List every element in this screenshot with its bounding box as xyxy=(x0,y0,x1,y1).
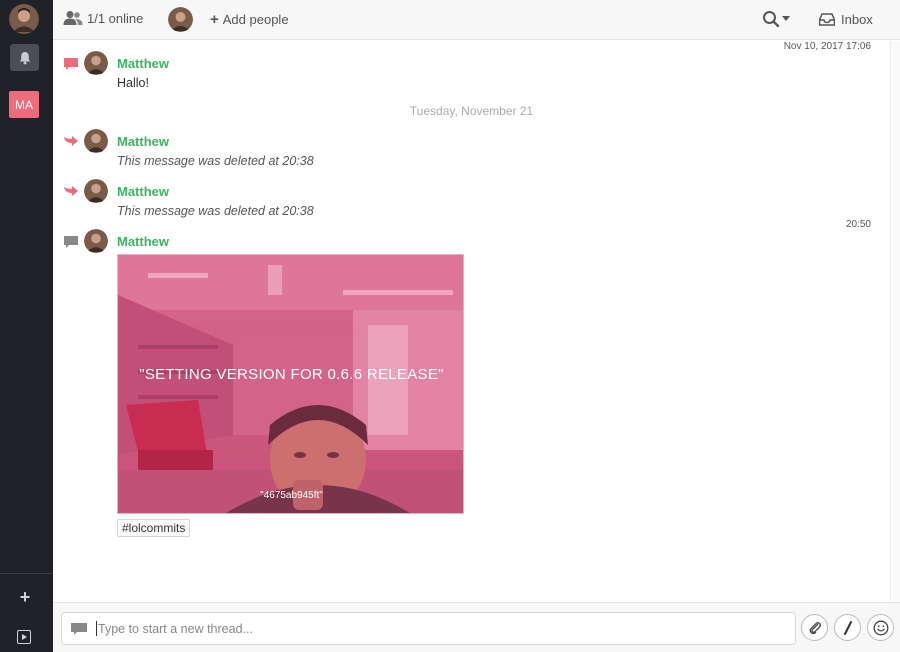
new-thread-icon xyxy=(64,58,78,70)
expand-sidebar-icon[interactable] xyxy=(17,630,31,644)
online-status[interactable]: 1/1 online xyxy=(63,10,143,26)
message-text: Hallo! xyxy=(117,76,149,90)
comment-icon xyxy=(64,236,78,248)
search-icon xyxy=(763,11,780,28)
message-timeline[interactable]: Nov 10, 2017 17:06 Matthew Hallo! Tuesda… xyxy=(53,41,890,601)
slash-command-button[interactable] xyxy=(834,614,861,641)
online-count-label: 1/1 online xyxy=(87,10,144,26)
rail-divider xyxy=(0,573,53,574)
author-name[interactable]: Matthew xyxy=(117,184,169,199)
image-attachment[interactable]: "SETTING VERSION FOR 0.6.6 RELEASE" "467… xyxy=(117,254,464,514)
bell-icon xyxy=(19,51,30,64)
author-name[interactable]: Matthew xyxy=(117,56,169,71)
reply-arrow-icon xyxy=(64,186,78,196)
new-thread-input[interactable]: Type to start a new thread... xyxy=(61,612,796,645)
participant-avatar[interactable] xyxy=(168,7,193,32)
attach-button[interactable] xyxy=(801,614,828,641)
author-avatar[interactable] xyxy=(84,229,108,253)
chevron-down-icon xyxy=(782,16,790,21)
author-name[interactable]: Matthew xyxy=(117,134,169,149)
paperclip-icon xyxy=(809,621,821,634)
timeline-scrollbar[interactable] xyxy=(890,41,900,601)
input-placeholder: Type to start a new thread... xyxy=(98,621,253,636)
inbox-icon xyxy=(819,13,835,26)
smiley-icon xyxy=(873,620,888,635)
deleted-message-text: This message was deleted at 20:38 xyxy=(117,204,314,218)
inbox-button[interactable]: Inbox xyxy=(819,12,873,27)
conversation-header: 1/1 online + Add people Inbox xyxy=(53,0,900,40)
left-rail: MA + xyxy=(0,0,53,652)
author-avatar[interactable] xyxy=(84,51,108,75)
user-avatar[interactable] xyxy=(9,4,39,34)
users-icon xyxy=(63,11,83,25)
message-timestamp: Nov 10, 2017 17:06 xyxy=(783,41,871,52)
lolcommit-photo xyxy=(118,255,463,513)
emoji-button[interactable] xyxy=(867,614,894,641)
image-caption: "SETTING VERSION FOR 0.6.6 RELEASE" xyxy=(139,366,444,383)
composer: Type to start a new thread... xyxy=(53,602,900,652)
workspace-badge[interactable]: MA xyxy=(9,91,39,118)
date-separator: Tuesday, November 21 xyxy=(409,104,534,118)
plus-icon: + xyxy=(210,11,219,28)
deleted-message-text: This message was deleted at 20:38 xyxy=(117,154,314,168)
notifications-button[interactable] xyxy=(10,44,39,71)
reply-arrow-icon xyxy=(64,136,78,146)
add-people-button[interactable]: + Add people xyxy=(210,12,289,27)
author-name[interactable]: Matthew xyxy=(117,234,169,249)
text-cursor xyxy=(96,621,97,636)
search-button[interactable] xyxy=(762,10,790,28)
author-avatar[interactable] xyxy=(84,179,108,203)
hashtag[interactable]: #lolcommits xyxy=(117,519,191,537)
message-timestamp: 20:50 xyxy=(845,219,871,230)
author-avatar[interactable] xyxy=(84,129,108,153)
slash-icon xyxy=(843,620,852,635)
add-workspace-button[interactable]: + xyxy=(14,586,36,608)
comment-icon xyxy=(71,622,87,635)
add-people-label: Add people xyxy=(222,12,289,27)
commit-hash: "4675ab945ft" xyxy=(260,490,323,501)
inbox-label: Inbox xyxy=(841,12,873,27)
